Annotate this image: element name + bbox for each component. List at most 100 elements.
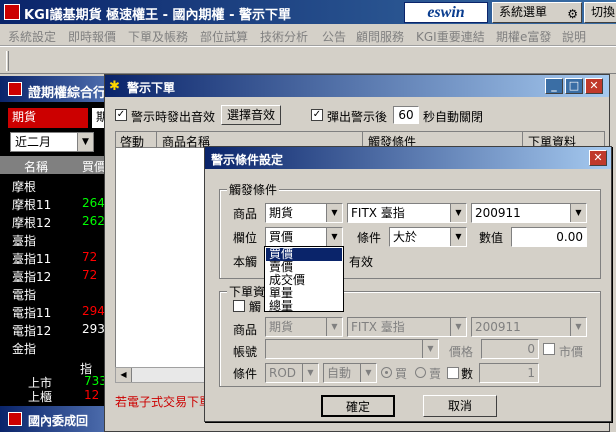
chevron-down-icon[interactable]: ▼ xyxy=(570,204,586,222)
order-trigger-checkbox[interactable] xyxy=(233,300,245,312)
chevron-down-icon[interactable]: ▼ xyxy=(326,204,342,222)
trigger-field-value: 買價 xyxy=(269,230,294,244)
quote-row[interactable]: 臺指11 72 xyxy=(0,248,112,266)
quote-row[interactable]: 摩根12 262 xyxy=(0,212,112,230)
chevron-down-icon[interactable]: ▼ xyxy=(450,318,466,336)
menu-announcements[interactable]: 公告 xyxy=(322,28,346,45)
quote-row[interactable]: 摩根11 264 xyxy=(0,194,112,212)
order-product-month-value: 200911 xyxy=(475,320,521,334)
system-menu-label: 系統選單 xyxy=(499,5,548,19)
cancel-button[interactable]: 取消 xyxy=(423,395,497,417)
menu-system-settings[interactable]: 系統設定 xyxy=(8,28,56,45)
quote-row[interactable]: 臺指12 72 xyxy=(0,266,112,284)
order-product-type-value: 期貨 xyxy=(269,320,294,334)
quantity-label: 數 xyxy=(461,367,474,381)
toolbar-grip[interactable] xyxy=(6,51,9,71)
otc-label: 上櫃 xyxy=(28,390,53,404)
quote-row[interactable]: 電指12 293. xyxy=(0,320,112,338)
order-account-select[interactable]: ▼ xyxy=(265,339,439,359)
trigger-product-label: 商品 xyxy=(233,207,258,221)
quote-row[interactable]: 電指 xyxy=(0,284,112,302)
column-divider xyxy=(156,132,157,148)
trigger-note-prefix: 本觸 xyxy=(233,255,258,269)
alert-window-title: 警示下單 xyxy=(127,81,176,95)
gear-icon: ⚙ xyxy=(567,7,578,21)
chevron-down-icon[interactable]: ▼ xyxy=(450,228,466,246)
chevron-down-icon[interactable]: ▼ xyxy=(326,228,342,246)
chevron-down-icon[interactable]: ▼ xyxy=(570,318,586,336)
switch-button[interactable]: 切換 xyxy=(584,2,616,23)
order-auto-value: 自動 xyxy=(327,366,352,380)
chevron-down-icon[interactable]: ▼ xyxy=(326,318,342,336)
menu-help[interactable]: 說明 xyxy=(562,28,586,45)
menu-realtime-quotes[interactable]: 即時報價 xyxy=(68,28,116,45)
popup-checkbox[interactable]: ✓ xyxy=(311,109,323,121)
order-price-input[interactable]: 0 xyxy=(481,339,539,359)
menu-orders-accounts[interactable]: 下單及帳務 xyxy=(128,28,188,45)
field-options-list: 買價 賣價 成交價 單量 總量 xyxy=(264,246,344,313)
market-price-checkbox[interactable] xyxy=(543,343,555,355)
menu-options-efufa[interactable]: 期權e富發 xyxy=(496,28,551,45)
order-product-type-select[interactable]: 期貨 ▼ xyxy=(265,317,343,337)
chevron-down-icon[interactable]: ▼ xyxy=(77,133,93,151)
popup-checkbox-label: 彈出警示後 xyxy=(327,110,388,124)
menu-kgi-links[interactable]: KGI重要連結 xyxy=(416,28,485,45)
trigger-field-select[interactable]: 買價 ▼ xyxy=(265,227,343,247)
close-button[interactable]: ✕ xyxy=(585,78,603,94)
trigger-field-label: 欄位 xyxy=(233,231,258,245)
quote-row[interactable]: 電指11 294. xyxy=(0,302,112,320)
sell-radio[interactable] xyxy=(415,367,426,378)
quote-row[interactable]: 金指 xyxy=(0,338,112,356)
chevron-down-icon[interactable]: ▼ xyxy=(450,204,466,222)
minimize-button[interactable]: _ xyxy=(545,78,563,94)
col-product-name[interactable]: 商品名稱 xyxy=(162,133,210,150)
sell-label: 賣 xyxy=(429,367,442,381)
app-icon xyxy=(4,4,20,20)
maximize-button[interactable]: □ xyxy=(565,78,583,94)
quote-row[interactable]: 摩根 xyxy=(0,176,112,194)
col-enable[interactable]: 啓動 xyxy=(120,133,144,150)
main-window-title: KGI議基期貨 極速權王 - 國內期權 - 警示下單 xyxy=(24,8,292,23)
quote-row[interactable]: 臺指 xyxy=(0,230,112,248)
sound-checkbox[interactable]: ✓ xyxy=(115,109,127,121)
month-select[interactable]: 近二月 ▼ xyxy=(10,132,94,152)
order-auto-select[interactable]: 自動 ▼ xyxy=(323,363,377,383)
scroll-left-icon[interactable]: ◀ xyxy=(116,368,132,382)
order-product-month-select[interactable]: 200911 ▼ xyxy=(471,317,587,337)
quantity-checkbox[interactable] xyxy=(447,367,459,379)
menu-advisory[interactable]: 顧問服務 xyxy=(356,28,404,45)
chevron-down-icon[interactable]: ▼ xyxy=(360,364,376,382)
menu-position-calc[interactable]: 部位試算 xyxy=(200,28,248,45)
trigger-note-suffix: 有效 xyxy=(349,255,374,269)
header-name: 名稱 xyxy=(24,160,49,174)
trigger-product-name-select[interactable]: FITX 臺指 ▼ xyxy=(347,203,467,223)
panel-icon xyxy=(8,82,22,96)
order-rod-select[interactable]: ROD ▼ xyxy=(265,363,319,383)
field-option[interactable]: 總量 xyxy=(266,300,342,313)
quantity-input[interactable]: 1 xyxy=(479,363,539,383)
auto-close-seconds-input[interactable]: 60 xyxy=(393,106,419,124)
trigger-product-name-value: FITX 臺指 xyxy=(351,206,405,220)
menu-bar: 系統設定 即時報價 下單及帳務 部位試算 技術分析 公告 顧問服務 KGI重要連… xyxy=(0,24,616,46)
trigger-product-month-select[interactable]: 200911 ▼ xyxy=(471,203,587,223)
chevron-down-icon[interactable]: ▼ xyxy=(422,340,438,358)
sound-checkbox-label: 警示時發出音效 xyxy=(131,110,216,124)
otc-value: 12 xyxy=(84,388,100,402)
trigger-number-input[interactable]: 0.00 xyxy=(511,227,587,247)
tab-futures[interactable]: 期貨 xyxy=(8,108,88,128)
chevron-down-icon[interactable]: ▼ xyxy=(302,364,318,382)
month-select-value: 近二月 xyxy=(15,135,52,149)
order-product-name-select[interactable]: FITX 臺指 ▼ xyxy=(347,317,467,337)
trigger-product-type-select[interactable]: 期貨 ▼ xyxy=(265,203,343,223)
order-product-name-value: FITX 臺指 xyxy=(351,320,405,334)
choose-sound-button[interactable]: 選擇音效 xyxy=(221,105,281,125)
buy-radio[interactable] xyxy=(381,367,392,378)
dialog-close-button[interactable]: ✕ xyxy=(589,150,607,166)
system-menu-button[interactable]: 系統選單 ⚙ xyxy=(492,2,582,23)
ok-button[interactable]: 確定 xyxy=(321,395,395,417)
market-price-label: 市價 xyxy=(559,345,584,359)
trigger-condition-select[interactable]: 大於 ▼ xyxy=(389,227,467,247)
order-report-title: 國內委成回 xyxy=(28,414,89,428)
quote-table-header: 名稱 買價 xyxy=(0,156,112,174)
menu-technical-analysis[interactable]: 技術分析 xyxy=(260,28,308,45)
